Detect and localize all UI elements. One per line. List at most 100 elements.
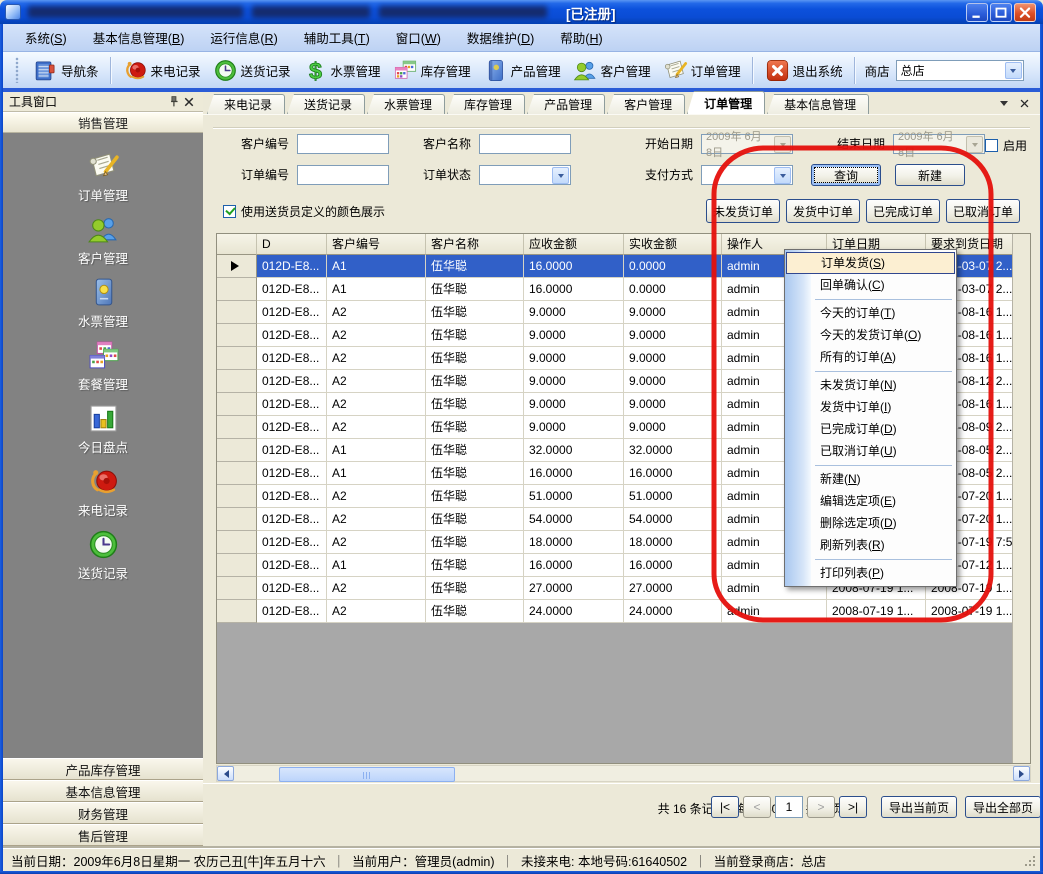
unshipped-orders-button[interactable]: 未发货订单 [706, 199, 780, 223]
row-selector-cell[interactable] [217, 255, 257, 278]
toolbar-button-客户管理[interactable]: 客户管理 [567, 55, 657, 86]
enable-date-checkbox[interactable]: 启用 [985, 137, 1027, 154]
sidebar-section-基本信息管理[interactable]: 基本信息管理 [3, 780, 203, 802]
order-status-select[interactable] [479, 165, 571, 185]
context-menu-item-8[interactable]: 发货中订单(I) [785, 396, 956, 418]
context-menu-item-7[interactable]: 未发货订单(N) [785, 374, 956, 396]
menubar-item-5[interactable]: 数据维护(D) [455, 24, 546, 51]
column-header-received[interactable]: 实收金额 [624, 234, 722, 255]
sidebar-item-订单管理[interactable]: 订单管理 [3, 145, 203, 208]
checkbox-box[interactable] [223, 205, 236, 218]
order-status-dropdown-icon[interactable] [552, 167, 569, 184]
menubar-item-3[interactable]: 辅助工具(T) [292, 24, 382, 51]
menubar-item-4[interactable]: 窗口(W) [384, 24, 453, 51]
shipping-orders-button[interactable]: 发货中订单 [786, 199, 860, 223]
sidebar-close-icon[interactable] [181, 94, 197, 109]
row-selector-cell[interactable] [217, 531, 257, 554]
sidebar-item-水票管理[interactable]: 水票管理 [3, 271, 203, 334]
column-header-customer_name[interactable]: 客户名称 [426, 234, 524, 255]
column-header-receivable[interactable]: 应收金额 [524, 234, 624, 255]
context-menu-item-9[interactable]: 已完成订单(D) [785, 418, 956, 440]
maximize-button[interactable] [990, 3, 1012, 22]
toolbar-button-来电记录[interactable]: 来电记录 [117, 55, 207, 86]
first-page-button[interactable]: |< [711, 796, 739, 818]
tab-订单管理[interactable]: 订单管理 [687, 91, 765, 114]
toolbar-gripper[interactable] [15, 57, 19, 83]
toolbar-button-库存管理[interactable]: 库存管理 [387, 55, 477, 86]
context-menu-item-10[interactable]: 已取消订单(U) [785, 440, 956, 462]
row-selector-cell[interactable] [217, 577, 257, 600]
row-selector-cell[interactable] [217, 462, 257, 485]
horizontal-scrollbar[interactable] [216, 765, 1031, 782]
toolbar-button-退出系统[interactable]: 退出系统 [759, 55, 849, 86]
pin-icon[interactable] [165, 94, 181, 109]
tab-基本信息管理[interactable]: 基本信息管理 [767, 94, 869, 114]
end-date-picker[interactable]: 2009年 6月 8日 [893, 134, 985, 154]
table-row[interactable]: 012D-E8...A2伍华聪24.000024.0000admin2008-0… [217, 600, 1030, 623]
row-selector-cell[interactable] [217, 600, 257, 623]
sidebar-item-套餐管理[interactable]: 套餐管理 [3, 334, 203, 397]
vertical-scrollbar-track[interactable] [1012, 234, 1030, 763]
toolbar-button-送货记录[interactable]: 送货记录 [207, 55, 297, 86]
tab-送货记录[interactable]: 送货记录 [287, 94, 365, 114]
sidebar-item-客户管理[interactable]: 客户管理 [3, 208, 203, 271]
tab-scroll-dropdown-icon[interactable] [996, 96, 1011, 110]
toolbar-button-订单管理[interactable]: 订单管理 [657, 55, 747, 86]
context-menu-item-4[interactable]: 今天的发货订单(O) [785, 324, 956, 346]
start-date-picker[interactable]: 2009年 6月 8日 [701, 134, 793, 154]
scroll-right-icon[interactable] [1013, 766, 1030, 781]
context-menu-item-15[interactable]: 刷新列表(R) [785, 534, 956, 556]
menubar-item-0[interactable]: 系统(S) [13, 24, 79, 51]
sidebar-item-来电记录[interactable]: 来电记录 [3, 460, 203, 523]
next-page-button[interactable]: > [807, 796, 835, 818]
last-page-button[interactable]: >| [839, 796, 867, 818]
menubar-item-2[interactable]: 运行信息(R) [198, 24, 289, 51]
close-button[interactable] [1014, 3, 1036, 22]
checkbox-box[interactable] [985, 139, 998, 152]
scroll-left-icon[interactable] [217, 766, 234, 781]
sidebar-group-header[interactable]: 销售管理 [3, 112, 203, 133]
customer-no-input[interactable] [297, 134, 389, 154]
toolbar-button-产品管理[interactable]: 产品管理 [477, 55, 567, 86]
tab-来电记录[interactable]: 来电记录 [207, 94, 285, 114]
menubar-item-1[interactable]: 基本信息管理(B) [81, 24, 197, 51]
tab-水票管理[interactable]: 水票管理 [367, 94, 445, 114]
context-menu-item-17[interactable]: 打印列表(P) [785, 562, 956, 584]
context-menu-item-1[interactable]: 回单确认(C) [785, 274, 956, 296]
export-all-pages-button[interactable]: 导出全部页 [965, 796, 1041, 818]
shop-combobox[interactable]: 总店 [896, 60, 1024, 81]
context-menu-item-12[interactable]: 新建(N) [785, 468, 956, 490]
order-no-input[interactable] [297, 165, 389, 185]
row-selector-cell[interactable] [217, 416, 257, 439]
context-menu-item-3[interactable]: 今天的订单(T) [785, 302, 956, 324]
page-number-input[interactable] [775, 796, 803, 818]
export-current-page-button[interactable]: 导出当前页 [881, 796, 957, 818]
tab-close-icon[interactable] [1017, 96, 1032, 110]
sidebar-item-送货记录[interactable]: 送货记录 [3, 523, 203, 586]
pay-method-dropdown-icon[interactable] [774, 167, 791, 184]
row-selector-cell[interactable] [217, 324, 257, 347]
scrollbar-thumb[interactable] [279, 767, 455, 782]
context-menu-item-5[interactable]: 所有的订单(A) [785, 346, 956, 368]
minimize-button[interactable] [966, 3, 988, 22]
customer-name-input[interactable] [479, 134, 571, 154]
toolbar-button-水票管理[interactable]: 水票管理 [297, 55, 387, 86]
sidebar-section-售后管理[interactable]: 售后管理 [3, 824, 203, 846]
completed-orders-button[interactable]: 已完成订单 [866, 199, 940, 223]
row-selector-cell[interactable] [217, 485, 257, 508]
pay-method-select[interactable] [701, 165, 793, 185]
context-menu-item-13[interactable]: 编辑选定项(E) [785, 490, 956, 512]
column-header-customer_no[interactable]: 客户编号 [327, 234, 426, 255]
resize-grip[interactable] [1033, 864, 1035, 866]
menubar-item-6[interactable]: 帮助(H) [548, 24, 614, 51]
column-header-id[interactable]: D [257, 234, 327, 255]
row-selector-cell[interactable] [217, 393, 257, 416]
new-button[interactable]: 新建 [895, 164, 965, 186]
tab-库存管理[interactable]: 库存管理 [447, 94, 525, 114]
query-button[interactable]: 查询 [811, 164, 881, 186]
sidebar-section-产品库存管理[interactable]: 产品库存管理 [3, 758, 203, 780]
title-bar[interactable]: [已注册] [0, 0, 1043, 24]
row-selector-cell[interactable] [217, 278, 257, 301]
toolbar-button-导航条[interactable]: 导航条 [27, 55, 105, 86]
sidebar-item-今日盘点[interactable]: 今日盘点 [3, 397, 203, 460]
